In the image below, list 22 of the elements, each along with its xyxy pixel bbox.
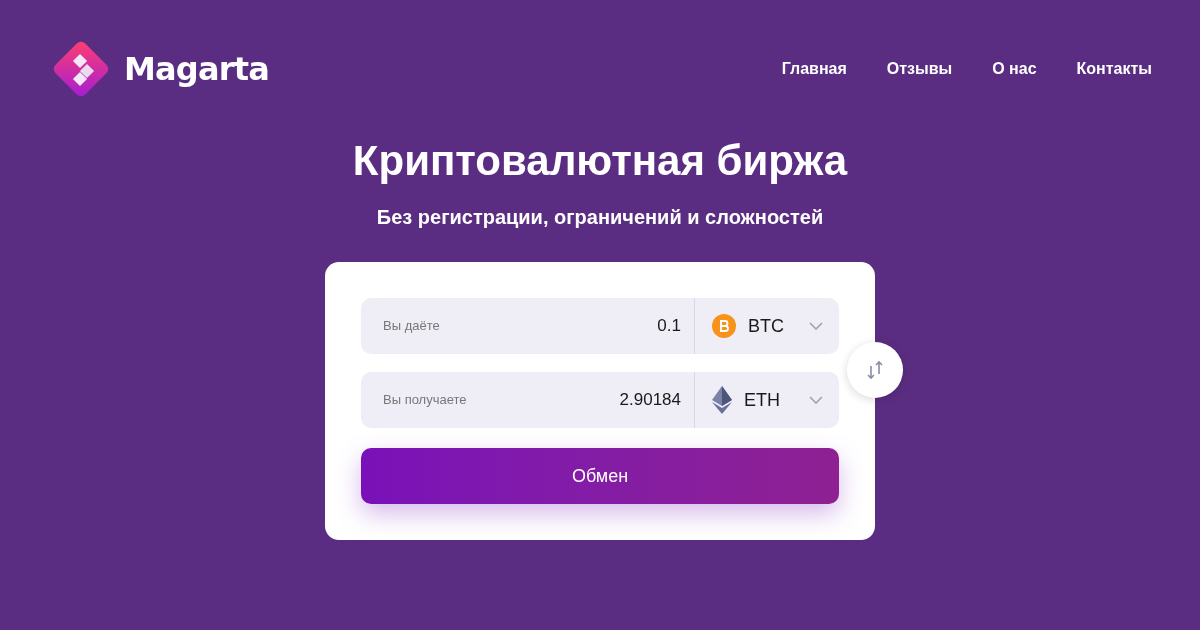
- nav-link[interactable]: Главная: [781, 57, 847, 81]
- logo-text: Magarta: [124, 49, 269, 90]
- hero-title: Криптовалютная биржа: [352, 140, 848, 182]
- exchange-field[interactable]: Вы даёте 0.1 BTC: [361, 298, 839, 354]
- nav-link[interactable]: Контакты: [1076, 57, 1152, 81]
- swap-button[interactable]: [847, 342, 903, 398]
- nav-link[interactable]: О нас: [992, 57, 1037, 81]
- exchange-field[interactable]: Вы получаете 2.90184 ETH: [361, 372, 839, 428]
- amount-value: 2.90184: [619, 389, 681, 412]
- field-label: Вы получаете: [383, 391, 467, 410]
- exchange-button[interactable]: Обмен: [361, 448, 839, 504]
- nav-link[interactable]: Отзывы: [886, 57, 953, 81]
- amount-value: 0.1: [657, 315, 681, 338]
- ethereum-coin-icon: [712, 386, 732, 414]
- field-label: Вы даёте: [383, 317, 440, 336]
- chevron-down-icon: [809, 322, 823, 330]
- currency-select[interactable]: BTC: [695, 298, 839, 354]
- swap-arrows-icon: [867, 360, 883, 380]
- bitcoin-coin-icon: [712, 314, 736, 338]
- chevron-down-icon: [809, 396, 823, 404]
- currency-select[interactable]: ETH: [695, 372, 839, 428]
- hero-subtitle: Без регистрации, ограничений и сложностей: [376, 205, 824, 230]
